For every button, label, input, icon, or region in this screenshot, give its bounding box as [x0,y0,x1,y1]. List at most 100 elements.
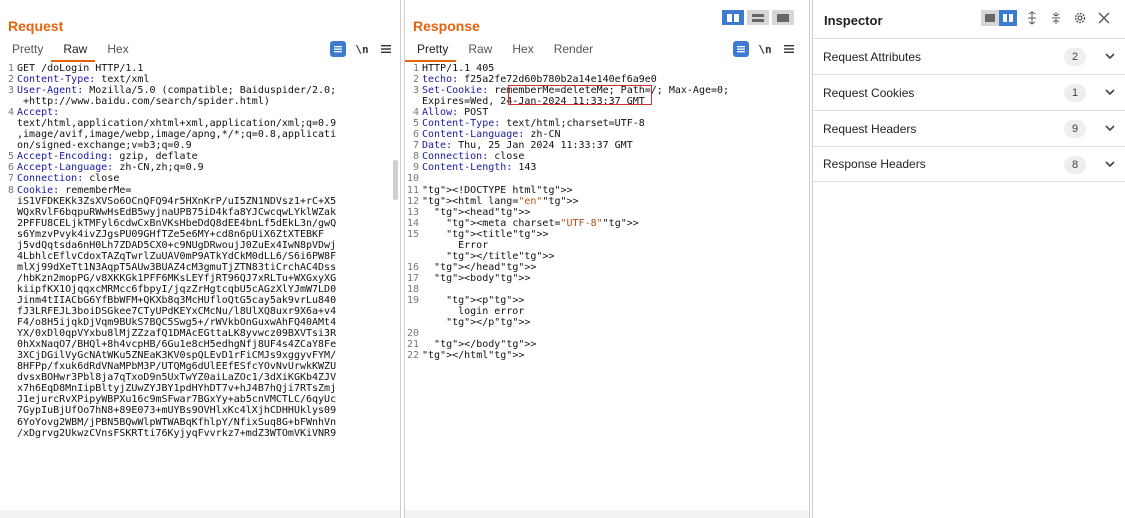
line-text: Date: Thu, 25 Jan 2024 11:33:37 GMT [422,140,633,152]
code-line: 2 techo: f25a2fe72d60b780b2a14e140ef6a9e0 [405,74,729,85]
line-text: 2PFFU8CELjkTMFyl6cdwCxBnVKsHbeDdQ8dEE4bn… [17,217,337,229]
newline-toggle[interactable]: \n [757,41,773,57]
collapse-all-button[interactable] [1047,10,1065,26]
line-number: 12 [406,195,419,207]
code-line: 7 Date: Thu, 25 Jan 2024 11:33:37 GMT [405,140,729,151]
line-text: "tg"><title"tg">> [446,228,549,240]
line-number [405,251,422,262]
section-response-headers[interactable]: Response Headers 8 [813,146,1125,182]
line-text: HTTP/1.1 405 [422,63,495,74]
hamburger-icon [784,45,794,53]
tab-pretty[interactable]: Pretty [0,40,51,62]
section-request-attributes[interactable]: Request Attributes 2 [813,38,1125,74]
line-number [0,96,17,107]
code-line: /xDgrvg2UkwzCVnsFSKRTti76KyjyqFvvrkz7+md… [0,428,336,439]
layout-stacked-button[interactable] [747,10,769,25]
inspector-layout-left-button[interactable] [981,10,999,26]
pretty-print-button[interactable] [733,41,749,57]
tab-pretty[interactable]: Pretty [405,40,457,62]
close-button[interactable] [1095,10,1113,26]
code-line: 21 "tg"></body"tg">> [405,339,729,350]
inspector-pane: Inspector Request Attributes 2 Request C… [812,0,1125,518]
line-number [0,350,17,361]
line-number: 19 [406,294,419,306]
line-number: 6 [7,162,14,174]
layout-switcher [722,10,797,25]
line-text: 0hXxNaqO7/BHQl+8h4vcpHB/6Gu1e8cH5edhgNfj… [17,339,337,351]
code-line: kiipfKX1OjqqxcMRMcc6fbpyI/jqzZrHgtcqbU5c… [0,284,336,295]
line-text: F4/o8H5ijqkDjVqm9BUkS7BQC5Swg5+/rWVkbOnG… [17,317,337,329]
line-number [0,284,17,295]
line-number: 7 [7,173,14,185]
tab-raw[interactable]: Raw [456,40,500,62]
line-text: Accept-Encoding: gzip, deflate [17,151,198,163]
expand-all-button[interactable] [1023,10,1041,26]
newline-toggle[interactable]: \n [354,41,370,57]
settings-button[interactable] [1071,10,1089,26]
response-pane: Response Pretty Raw Hex Render \n 1 HTTP/… [404,0,810,518]
line-number [0,405,17,416]
line-text: "tg"></title"tg">> [446,250,555,262]
panel-right-icon [1003,14,1013,22]
menu-button[interactable] [378,41,394,57]
line-text: dvsxBOHwr3Pbl8ja7qTxoD9n5UxTwYZ0aiLaZOc1… [17,372,337,384]
close-icon [1098,12,1110,24]
request-search-bar [0,510,400,518]
line-text: Error [422,239,489,251]
line-number [0,196,17,207]
line-text: /hbKzn2mopPG/v8XKKGk1PFF6MKsLEYfjRT96QJ7… [17,272,337,284]
section-label: Request Cookies [823,85,915,100]
line-text: "tg"></body"tg">> [434,339,537,351]
line-number: 20 [406,328,419,340]
line-text: Content-Type: text/html;charset=UTF-8 [422,118,645,130]
inspector-tools [975,10,1113,26]
code-line: 7 Connection: close [0,173,336,184]
line-number: 22 [406,350,419,362]
line-number [0,417,17,428]
code-line: 1 GET /doLogin HTTP/1.1 [0,63,336,74]
line-text: "tg"><body"tg">> [434,272,531,284]
line-text: "tg"><head"tg">> [434,206,531,218]
line-text: mlXj99dXeTt1N3AqpT5AUw3BUAZ4cM3gmuTjZTN8… [17,261,337,273]
tab-render[interactable]: Render [542,40,601,62]
line-number [405,306,422,317]
code-line: x7h6EqD8MnIipBltyjZUwZYJBY1pdHYhDT7v+hJ4… [0,383,336,394]
tab-hex[interactable]: Hex [95,40,136,62]
request-scrollbar[interactable] [393,160,398,200]
inspector-layout-right-button[interactable] [999,10,1017,26]
request-pane: Request Pretty Raw Hex \n 1 GET /doLogin … [0,0,401,518]
section-request-cookies[interactable]: Request Cookies 1 [813,74,1125,110]
line-number [0,207,17,218]
line-number [0,240,17,251]
http-message-editor: Request Pretty Raw Hex \n 1 GET /doLogin … [0,0,1125,518]
line-number [405,96,422,107]
line-number [0,317,17,328]
line-text: "tg"></html"tg">> [422,350,525,362]
expand-icon [1028,11,1036,25]
rows-icon [752,13,764,22]
code-line: 19 "tg"><p"tg">> [405,295,729,306]
line-number: 17 [406,272,419,284]
pretty-print-button[interactable] [330,41,346,57]
response-tabs: Pretty Raw Hex Render [405,40,601,62]
line-text: "tg"><html lang="en""tg">> [422,195,579,207]
count-badge: 8 [1064,156,1086,174]
line-number [405,317,422,328]
section-request-headers[interactable]: Request Headers 9 [813,110,1125,146]
request-code[interactable]: 1 GET /doLogin HTTP/1.1 2 Content-Type: tex… [0,63,336,439]
chevron-down-icon [1105,53,1115,60]
menu-button[interactable] [781,41,797,57]
single-pane-icon [777,13,789,22]
code-line: on/signed-exchange;v=b3;q=0.9 [0,140,336,151]
line-text: /xDgrvg2UkwzCVnsFSKRTti76KyjyqFvvrkz7+md… [17,427,337,439]
code-line: "tg"></title"tg">> [405,251,729,262]
layout-side-by-side-button[interactable] [722,10,744,25]
layout-tabs-button[interactable] [772,10,794,25]
line-text: "tg"><meta charset="UTF-8""tg">> [446,217,639,229]
tab-raw[interactable]: Raw [51,40,96,62]
response-tools: \n [725,41,797,57]
hamburger-icon [381,45,391,53]
tab-hex[interactable]: Hex [500,40,541,62]
response-code[interactable]: 1 HTTP/1.1 405 2 techo: f25a2fe72d60b780b2a… [405,63,729,361]
line-number: 21 [406,339,419,351]
